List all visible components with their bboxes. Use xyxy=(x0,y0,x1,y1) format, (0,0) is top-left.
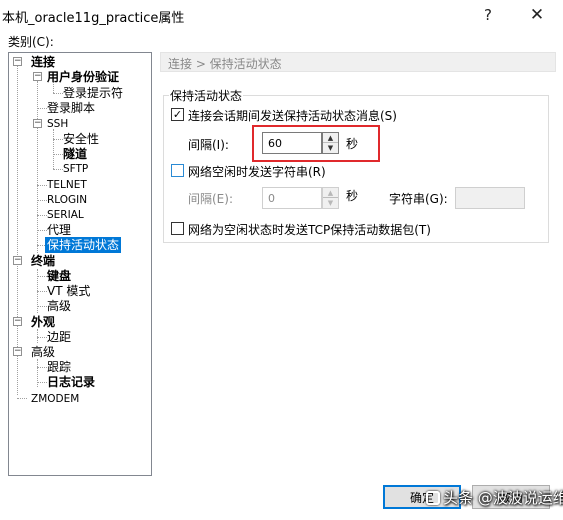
category-tree[interactable]: − − − − − − 连接 用户身份验证 登录提示符 登录脚本 SSH 安全性… xyxy=(8,52,152,476)
tree-item-terminal[interactable]: 终端 xyxy=(31,253,55,269)
tree-connector xyxy=(37,185,47,186)
tree-connector xyxy=(37,329,38,343)
help-button[interactable]: ? xyxy=(466,0,510,30)
title-bar: 本机_oracle11g_practice属性 ? ✕ xyxy=(0,0,563,30)
tree-connector xyxy=(53,129,54,169)
tree-item-login-prompts[interactable]: 登录提示符 xyxy=(63,85,123,101)
watermark-text: 头条 @波波说运维 xyxy=(443,489,563,507)
string-interval-spinner[interactable]: ▲ ▼ xyxy=(322,187,339,209)
tree-connector xyxy=(53,93,63,94)
collapse-icon[interactable]: − xyxy=(13,347,22,356)
string-interval-unit: 秒 xyxy=(346,189,359,203)
string-interval-input[interactable] xyxy=(262,187,322,209)
tree-connector xyxy=(37,291,47,292)
close-icon: ✕ xyxy=(529,5,545,25)
spin-down-icon[interactable]: ▼ xyxy=(323,198,338,208)
tree-item-connection[interactable]: 连接 xyxy=(31,54,55,70)
breadcrumb-text: 连接 > 保持活动状态 xyxy=(168,57,282,71)
tree-item-keepalive[interactable]: 保持活动状态 xyxy=(45,237,122,253)
tcp-keepalive-checkbox[interactable] xyxy=(171,222,184,235)
send-string-label: 网络空闲时发送字符串(R) xyxy=(188,165,326,179)
send-keepalive-label: 连接会话期间发送保持活动状态消息(S) xyxy=(188,109,397,123)
collapse-icon[interactable]: − xyxy=(33,119,42,128)
tree-item-margins[interactable]: 边距 xyxy=(47,329,71,345)
tree-item-authentication[interactable]: 用户身份验证 xyxy=(47,69,119,85)
tree-connector xyxy=(53,154,63,155)
highlight-annotation xyxy=(252,125,380,162)
breadcrumb: 连接 > 保持活动状态 xyxy=(160,52,556,72)
close-button[interactable]: ✕ xyxy=(515,0,559,30)
tree-item-vt-modes[interactable]: VT 模式 xyxy=(47,283,90,299)
tree-connector xyxy=(37,200,47,201)
help-icon: ? xyxy=(484,6,492,24)
tree-item-ssh[interactable]: SSH xyxy=(47,116,68,132)
send-keepalive-checkbox[interactable]: ✓ xyxy=(171,108,184,121)
tree-connector xyxy=(53,139,63,140)
tree-connector xyxy=(37,108,47,109)
tree-item-tunneling[interactable]: 隧道 xyxy=(63,146,87,162)
tree-item-proxy[interactable]: 代理 xyxy=(47,222,71,238)
tree-connector xyxy=(37,276,47,277)
tree-item-rlogin[interactable]: RLOGIN xyxy=(47,192,87,208)
tree-item-serial[interactable]: SERIAL xyxy=(47,207,84,223)
tree-connector xyxy=(37,382,47,383)
tree-connector xyxy=(53,169,63,170)
collapse-icon[interactable]: − xyxy=(13,256,22,265)
string-input[interactable] xyxy=(455,187,525,209)
collapse-icon[interactable]: − xyxy=(33,72,42,81)
tree-connector xyxy=(17,398,27,399)
tree-item-trace[interactable]: 跟踪 xyxy=(47,359,71,375)
string-interval-label: 间隔(E): xyxy=(188,192,233,206)
tree-item-keyboard[interactable]: 键盘 xyxy=(47,268,71,284)
tree-item-zmodem[interactable]: ZMODEM xyxy=(31,391,79,407)
spin-up-icon[interactable]: ▲ xyxy=(323,188,338,198)
tree-item-logging[interactable]: 日志记录 xyxy=(47,374,95,390)
tree-item-login-scripts[interactable]: 登录脚本 xyxy=(47,100,95,116)
toutiao-logo-icon xyxy=(426,491,440,505)
tree-item-telnet[interactable]: TELNET xyxy=(47,177,87,193)
tree-connector xyxy=(37,306,47,307)
tree-item-security[interactable]: 安全性 xyxy=(63,131,99,147)
tree-connector xyxy=(37,215,47,216)
send-string-checkbox[interactable] xyxy=(171,164,184,177)
tree-connector xyxy=(37,367,47,368)
watermark: 头条 @波波说运维 xyxy=(426,487,563,508)
tree-item-appearance[interactable]: 外观 xyxy=(31,314,55,330)
tree-connector xyxy=(37,81,38,253)
tree-item-advanced[interactable]: 高级 xyxy=(31,344,55,360)
string-label: 字符串(G): xyxy=(389,192,448,206)
window-title: 本机_oracle11g_practice属性 xyxy=(2,11,185,26)
tree-item-sftp[interactable]: SFTP xyxy=(63,161,88,177)
checkmark-icon: ✓ xyxy=(172,108,183,121)
collapse-icon[interactable]: − xyxy=(13,57,22,66)
tree-connector xyxy=(37,230,47,231)
interval-label: 间隔(I): xyxy=(188,138,229,152)
group-title: 保持活动状态 xyxy=(169,87,244,104)
category-label: 类别(C): xyxy=(8,35,54,49)
tree-item-terminal-advanced[interactable]: 高级 xyxy=(47,298,71,314)
collapse-icon[interactable]: − xyxy=(13,317,22,326)
tree-connector xyxy=(37,337,47,338)
tcp-keepalive-label: 网络为空闲状态时发送TCP保持活动数据包(T) xyxy=(188,223,431,237)
